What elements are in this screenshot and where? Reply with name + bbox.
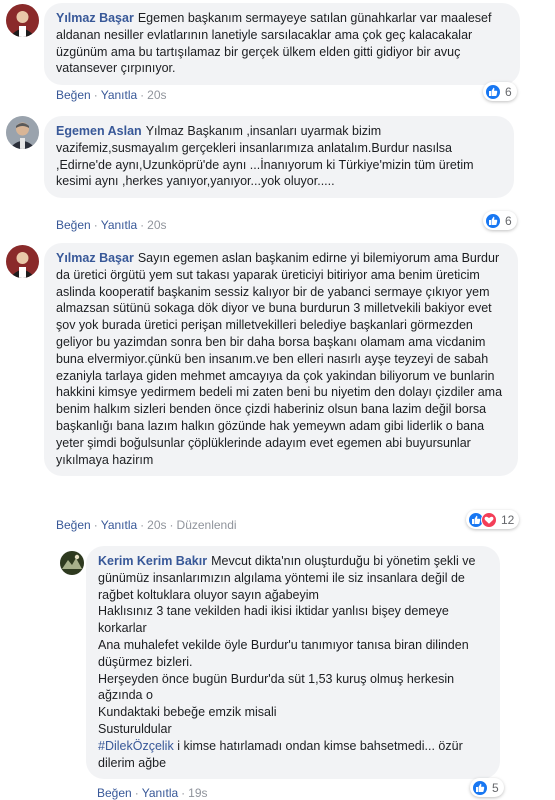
like-link[interactable]: Beğen [56,518,91,532]
avatar[interactable] [6,4,39,37]
comment-text-line: Ana muhalefet vekilde öyle Burdur'u tanı… [98,637,469,669]
reaction-summary[interactable]: 5 [470,778,504,797]
separator: · [93,88,98,102]
love-reaction-icon [481,511,497,528]
reaction-count: 6 [505,213,512,228]
comment-text-line: Haklısınız 3 tane vekilden hadi ikisi ik… [98,604,449,636]
reaction-count: 12 [501,512,515,527]
separator: · [181,786,186,800]
comment-bubble: Kerim Kerim Bakır Mevcut dikta'nın oluştu… [86,546,500,780]
hashtag-link[interactable]: #DilekÖzçelik [98,739,174,753]
like-link[interactable]: Beğen [97,786,132,800]
like-reaction-icon [485,83,501,100]
comment-timestamp[interactable]: 19s [188,786,207,800]
reaction-summary[interactable]: 12 [466,510,520,529]
profile-photo-icon [60,551,84,575]
comment-text-line: Kundaktaki bebeğe emzik misali [98,705,277,720]
reaction-count: 6 [505,84,512,99]
avatar[interactable] [60,551,84,575]
comment-timestamp[interactable]: 20s [147,218,166,232]
comment-bubble: Yılmaz Başar Egemen başkanım sermayeye sa… [44,3,520,86]
profile-photo-icon [6,116,39,149]
comment-text-line: Susturuldular [98,721,172,736]
comment-bubble: Egemen Aslan Yılmaz Başkanım ,insanları u… [44,116,514,199]
separator: · [140,218,145,232]
profile-photo-icon [6,245,39,278]
comment-timestamp[interactable]: 20s [147,88,166,102]
separator: · [134,786,139,800]
like-link[interactable]: Beğen [56,88,91,102]
comment-author[interactable]: Yılmaz Başar [56,251,134,265]
edited-label[interactable]: Düzenlendi [177,518,237,532]
comment-actions: Beğen · Yanıtla · 20s · Düzenlendi [56,518,237,532]
comment-text-line: Herşeyden önce bugün Burdur'da süt 1,53 … [98,671,455,703]
separator: · [169,518,174,532]
comment-author[interactable]: Kerim Kerim Bakır [98,554,207,568]
reaction-summary[interactable]: 6 [483,82,517,101]
comment-actions: Beğen · Yanıtla · 20s [56,88,167,102]
reply-link[interactable]: Yanıtla [101,518,137,532]
avatar[interactable] [6,245,39,278]
reply-link[interactable]: Yanıtla [101,218,137,232]
separator: · [140,88,145,102]
comment-actions: Beğen · Yanıtla · 20s [56,218,167,232]
comment-author[interactable]: Egemen Aslan [56,124,142,138]
separator: · [93,518,98,532]
profile-photo-icon [6,4,39,37]
separator: · [93,218,98,232]
avatar[interactable] [6,116,39,149]
reply-link[interactable]: Yanıtla [101,88,137,102]
like-link[interactable]: Beğen [56,218,91,232]
reaction-count: 5 [492,780,499,795]
comment-bubble: Yılmaz Başar Sayın egemen aslan başkanim … [44,243,518,477]
comment-text: Sayın egemen aslan başkanim edirne yi bi… [56,251,503,467]
like-reaction-icon [485,212,501,229]
comment-author[interactable]: Yılmaz Başar [56,11,134,25]
comment-actions: Beğen · Yanıtla · 19s [97,786,208,800]
reply-link[interactable]: Yanıtla [142,786,178,800]
reaction-summary[interactable]: 6 [483,211,517,230]
comment-timestamp[interactable]: 20s [147,518,166,532]
like-reaction-icon [472,779,488,796]
separator: · [140,518,145,532]
